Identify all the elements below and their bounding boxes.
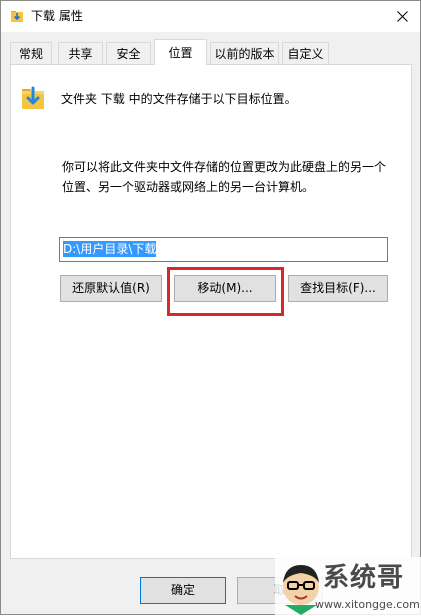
restore-default-button[interactable]: 还原默认值(R) [60, 275, 162, 302]
tab-general[interactable]: 常规 [10, 42, 52, 64]
path-input[interactable]: D:\用户目录\下载 [59, 237, 388, 262]
window-title: 下载 属性 [31, 9, 83, 23]
close-button[interactable] [384, 1, 420, 32]
tab-location[interactable]: 位置 [154, 39, 207, 65]
tab-security[interactable]: 安全 [106, 42, 151, 64]
description-line-1: 你可以将此文件夹中文件存储的位置更改为此硬盘上的另一个 [62, 160, 387, 174]
tab-sharing[interactable]: 共享 [58, 42, 103, 64]
folder-download-icon [22, 86, 44, 109]
watermark-url: www.xitongge.com [315, 598, 420, 611]
location-header: 文件夹 下载 中的文件存储于以下目标位置。 [61, 92, 297, 106]
tab-previous-versions[interactable]: 以前的版本 [210, 42, 279, 64]
description-line-2: 位置、另一个驱动器或网络上的另一台计算机。 [62, 180, 315, 194]
properties-window: 下载 属性 常规 共享 安全 位置 以前的版本 自定义 文件夹 下载 中的文件存… [0, 0, 421, 616]
path-value: D:\用户目录\下载 [63, 241, 157, 257]
find-target-button[interactable]: 查找目标(F)... [288, 275, 388, 302]
highlight-box [167, 267, 284, 316]
close-icon [396, 11, 408, 22]
tab-customize[interactable]: 自定义 [282, 42, 329, 64]
location-description: 你可以将此文件夹中文件存储的位置更改为此硬盘上的另一个 位置、另一个驱动器或网络… [62, 157, 402, 197]
folder-download-icon [11, 11, 23, 22]
title-bar[interactable]: 下载 属性 [1, 1, 420, 32]
ok-button[interactable]: 确定 [140, 577, 226, 604]
watermark-brand: 系统哥 [323, 563, 405, 593]
